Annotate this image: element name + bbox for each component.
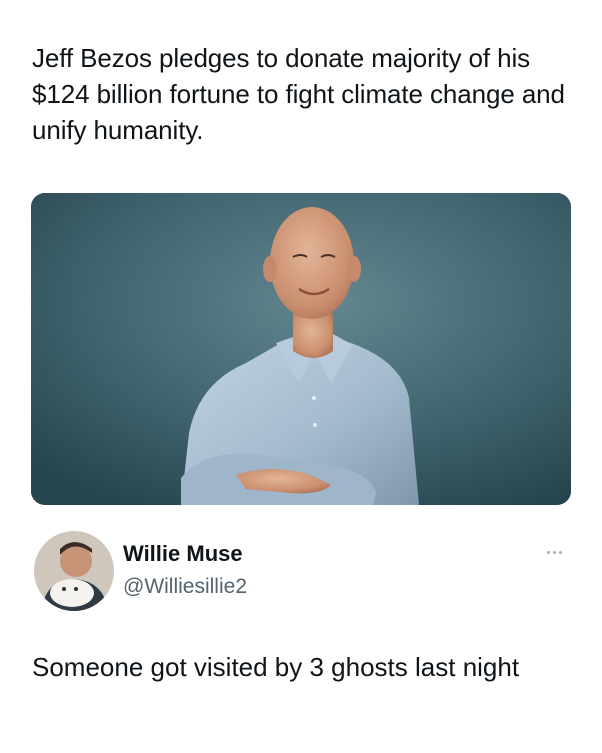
avatar[interactable] bbox=[34, 531, 114, 611]
dot bbox=[558, 550, 562, 554]
man-portrait-illustration bbox=[31, 193, 571, 505]
dot bbox=[546, 550, 550, 554]
post-headline: Jeff Bezos pledges to donate majority of… bbox=[32, 43, 565, 145]
dot bbox=[552, 550, 556, 554]
reply-tweet: Willie Muse @Williesillie2 Someone got v… bbox=[0, 525, 602, 753]
ellipsis-icon[interactable] bbox=[540, 545, 568, 559]
avatar-image bbox=[34, 531, 114, 611]
reply-text: Someone got visited by 3 ghosts last nig… bbox=[32, 652, 520, 682]
user-display-name[interactable]: Willie Muse bbox=[123, 541, 243, 567]
user-handle[interactable]: @Williesillie2 bbox=[123, 575, 247, 599]
post-photo[interactable] bbox=[31, 193, 571, 505]
